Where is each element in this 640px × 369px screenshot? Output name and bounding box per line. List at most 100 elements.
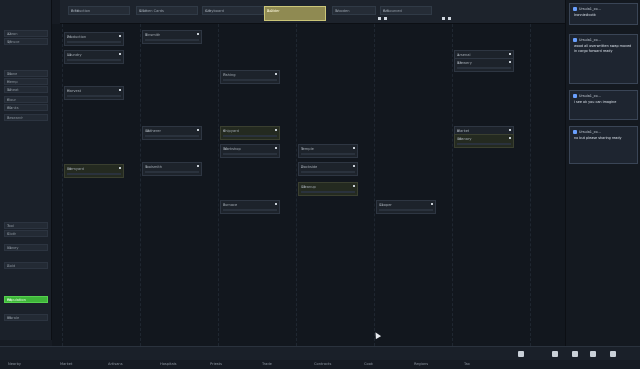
progress-bar [145, 39, 199, 41]
resource-row[interactable]: Planks 40 [4, 104, 48, 111]
card-marker-icon [197, 33, 199, 35]
board-column [140, 24, 141, 346]
progress-bar [223, 153, 277, 155]
avatar-icon [573, 130, 577, 134]
card-marker-icon [509, 53, 511, 55]
resource-value: 18 [7, 40, 12, 44]
top-toolbar: Production 8.3k Kitchen Cards 1.1k Greyb… [60, 0, 565, 24]
board-column [452, 24, 453, 346]
building-card[interactable]: Laundry 12 [64, 50, 124, 64]
building-card[interactable]: Toolsmith 4 [142, 162, 202, 176]
tab-greyboard[interactable]: Greyboard 0.5 [202, 6, 264, 15]
tab-value: 0.5 [205, 8, 211, 13]
tab-value: 8.3k [71, 8, 79, 13]
chat-message[interactable]: Ursula1_co... wood all overwritten swap m… [569, 34, 638, 84]
building-card[interactable]: Fishing 7 [220, 70, 280, 84]
tab-resourced[interactable]: Resourced 0.7 [380, 6, 432, 15]
status-icon [448, 17, 451, 20]
building-count: 8 [457, 128, 460, 133]
chat-username: Ursula1_co... [579, 37, 601, 42]
alert-icon[interactable] [552, 351, 558, 357]
bottom-tab[interactable]: Market [60, 350, 72, 366]
resource-row[interactable]: Flour 6 [4, 96, 48, 103]
bottom-tab-label: Priests [210, 362, 222, 366]
building-card[interactable]: Shipyard 6 [220, 126, 280, 140]
building-card[interactable]: Cleanup 14 [298, 182, 358, 196]
building-card[interactable]: Dockside 2 [298, 162, 358, 176]
building-count: 7 [223, 72, 226, 77]
bottom-tab[interactable]: Regions [414, 350, 428, 366]
card-marker-icon [119, 35, 121, 37]
building-card[interactable]: Temple 5 [298, 144, 358, 158]
bottom-tab[interactable]: Nearby [8, 350, 21, 366]
resource-row[interactable]: Aaron 12 [4, 30, 48, 37]
lamp-icon[interactable] [572, 351, 578, 357]
chat-username: Ursula1_co... [579, 93, 601, 98]
building-card[interactable]: Workshop 10 [220, 144, 280, 158]
building-card[interactable]: Cooper 11 [376, 200, 436, 214]
resource-row[interactable]: Population 98 [4, 296, 48, 303]
tab-builder[interactable]: Builder 2.0 [264, 6, 326, 21]
building-card[interactable]: Granary 16 [454, 134, 514, 148]
building-card[interactable]: Brewery 13 [454, 58, 514, 72]
resource-value: 44 [7, 316, 12, 320]
building-card[interactable]: Production 24 [64, 32, 124, 46]
chat-message[interactable]: Ursula1_co... no but please sharing ready [569, 126, 638, 164]
card-marker-icon [431, 203, 433, 205]
resource-row[interactable]: Wheat 31 [4, 86, 48, 93]
resource-row[interactable]: Tool 7 [4, 222, 48, 229]
bottom-tab[interactable]: Tax [464, 350, 470, 366]
progress-bar [301, 171, 355, 173]
building-card[interactable]: Farmyard 15 [64, 164, 124, 178]
resource-panel: Aaron 12 Spruce 18 Stone 24 Hemp 9 Wheat 31 Flour 6… [0, 0, 52, 340]
bottom-tab-label: Tax [464, 362, 470, 366]
building-count: 24 [67, 34, 72, 39]
resource-value: 40 [7, 106, 12, 110]
resource-row[interactable]: Morale 44 [4, 314, 48, 321]
bottom-tab[interactable]: Priests [210, 350, 222, 366]
resource-row[interactable]: Gold 2 [4, 262, 48, 269]
building-count: 2 [301, 164, 304, 169]
crown-icon[interactable] [518, 351, 524, 357]
resource-row[interactable]: Stone 24 [4, 70, 48, 77]
avatar-icon [573, 7, 577, 11]
resource-row[interactable]: Hemp 9 [4, 78, 48, 85]
resource-row[interactable]: Cloth 5 [4, 230, 48, 237]
bottom-tab[interactable]: Hospitals [160, 350, 177, 366]
bottom-tab[interactable]: Cook [364, 350, 373, 366]
building-card[interactable]: Furnace 3 [220, 200, 280, 214]
flag-icon[interactable] [610, 351, 616, 357]
building-count: 11 [379, 202, 384, 207]
progress-bar [223, 135, 277, 137]
card-marker-icon [119, 53, 121, 55]
building-card[interactable]: Harvest 9 [64, 86, 124, 100]
tab-wooden[interactable]: Wooden 1 [332, 6, 376, 15]
building-count: 12 [67, 52, 72, 57]
bottom-tab[interactable]: Contracts [314, 350, 331, 366]
resource-row[interactable]: Honey 11 [4, 244, 48, 251]
chat-username: Ursula1_co... [579, 6, 601, 11]
bottom-tab[interactable]: Trade [262, 350, 272, 366]
tab-production[interactable]: Production 8.3k [68, 6, 130, 15]
tab-value: 0.7 [383, 8, 389, 13]
chat-message[interactable]: Ursula1_co... i see ok you can imagine [569, 90, 638, 120]
bottom-tab-label: Trade [262, 362, 272, 366]
card-marker-icon [275, 203, 277, 205]
progress-bar [457, 143, 511, 145]
building-count: 10 [223, 146, 228, 151]
resource-row[interactable]: Research 3 [4, 114, 48, 121]
building-card[interactable]: Gatherer 18 [142, 126, 202, 140]
card-marker-icon [119, 89, 121, 91]
card-marker-icon [275, 73, 277, 75]
resource-value: 12 [7, 32, 12, 36]
board-column [296, 24, 297, 346]
building-card[interactable]: Tinsmith 8 [142, 30, 202, 44]
production-board: Production 24 Laundry 12 Harvest 9 Farmyard 15 T… [52, 24, 565, 346]
bottom-tab[interactable]: Artisans [108, 350, 123, 366]
resource-row[interactable]: Spruce 18 [4, 38, 48, 45]
chat-message[interactable]: Ursula1_co... Ironnie#cotk [569, 3, 638, 25]
trophy-icon[interactable] [590, 351, 596, 357]
progress-bar [67, 41, 121, 43]
tab-kitchen-cards[interactable]: Kitchen Cards 1.1k [136, 6, 198, 15]
progress-bar [67, 59, 121, 61]
